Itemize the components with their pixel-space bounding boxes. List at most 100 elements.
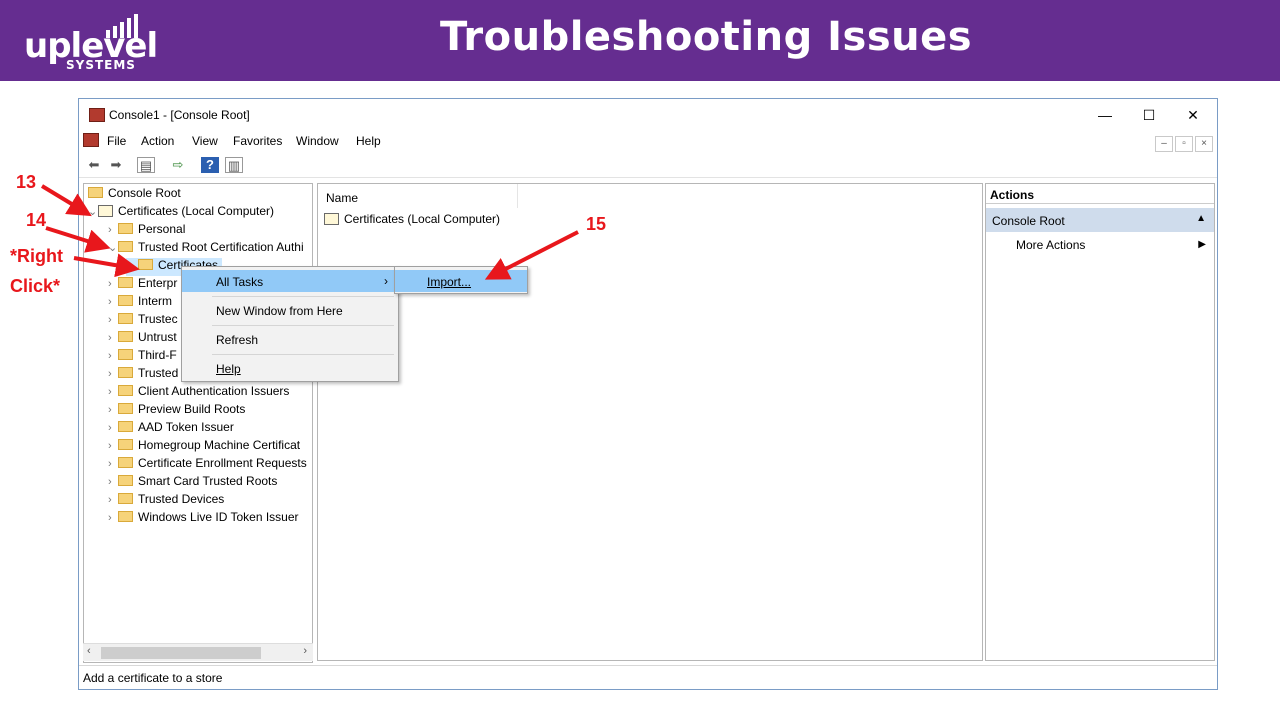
- results-pane: Name Certificates (Local Computer): [317, 183, 983, 661]
- folder-icon: [118, 511, 133, 522]
- menu-item-import[interactable]: Import...: [395, 270, 527, 292]
- submenu-arrow-icon: ▶: [1198, 239, 1206, 250]
- tree-item[interactable]: › Certificate Enrollment Requests: [108, 456, 307, 474]
- tree-item[interactable]: › Homegroup Machine Certificat: [108, 438, 300, 456]
- slide-title: Troubleshooting Issues: [440, 14, 973, 60]
- tree-item[interactable]: › Trustec: [108, 312, 178, 330]
- column-header-name[interactable]: Name: [318, 184, 518, 208]
- mdi-controls: – ▫ ×: [1153, 133, 1213, 152]
- step-15-label: 15: [586, 214, 607, 234]
- more-actions-item[interactable]: More Actions: [1016, 238, 1085, 252]
- actions-pane: Actions Console Root ▲ More Actions ▶: [985, 183, 1215, 661]
- maximize-button[interactable]: ☐: [1127, 103, 1171, 127]
- logo-subtext: SYSTEMS: [66, 58, 136, 72]
- tree-item[interactable]: › Personal: [108, 222, 185, 240]
- minimize-button[interactable]: —: [1083, 103, 1127, 127]
- menu-help[interactable]: Help: [356, 134, 381, 148]
- mdi-restore-icon[interactable]: ▫: [1175, 136, 1193, 152]
- collapse-up-icon[interactable]: ▲: [1196, 213, 1206, 224]
- folder-icon: [118, 367, 133, 378]
- folder-icon: [118, 295, 133, 306]
- mmc-app-icon: [89, 108, 105, 122]
- scrollbar-thumb[interactable]: [101, 647, 261, 659]
- all-tasks-submenu: Import...: [394, 266, 528, 294]
- chevron-right-icon: ›: [384, 274, 388, 288]
- console-tree: Console Root ⌄ Certificates (Local Comput…: [83, 183, 313, 663]
- help-icon[interactable]: ?: [201, 157, 219, 173]
- folder-icon: [118, 277, 133, 288]
- folder-icon: [118, 349, 133, 360]
- folder-icon: [118, 403, 133, 414]
- chevron-right-icon[interactable]: ›: [108, 224, 118, 236]
- menu-action[interactable]: Action: [141, 134, 174, 148]
- close-button[interactable]: ✕: [1171, 103, 1215, 127]
- folder-icon: [118, 385, 133, 396]
- menu-file[interactable]: File: [107, 134, 126, 148]
- tree-item[interactable]: › Preview Build Roots: [108, 402, 245, 420]
- tree-item[interactable]: › Enterpr: [108, 276, 177, 294]
- status-bar: Add a certificate to a store: [79, 665, 1217, 689]
- mdi-close-icon[interactable]: ×: [1195, 136, 1213, 152]
- menu-window[interactable]: Window: [296, 134, 339, 148]
- menu-item-all-tasks[interactable]: All Tasks ›: [182, 270, 398, 292]
- slide: uplevel SYSTEMS Troubleshooting Issues C…: [0, 0, 1280, 720]
- certificate-icon: [324, 213, 339, 225]
- folder-icon: [118, 439, 133, 450]
- console-icon: [83, 133, 99, 147]
- tree-item[interactable]: › Trusted: [108, 366, 178, 384]
- actions-console-root[interactable]: Console Root ▲: [986, 208, 1214, 232]
- folder-icon: [118, 331, 133, 342]
- menu-favorites[interactable]: Favorites: [233, 134, 282, 148]
- forward-arrow-icon[interactable]: ➡: [107, 157, 125, 173]
- right-click-label-1: *Right: [10, 246, 63, 266]
- back-arrow-icon[interactable]: ⬅: [85, 157, 103, 173]
- tree-item[interactable]: › AAD Token Issuer: [108, 420, 234, 438]
- menu-item-help[interactable]: Help: [182, 357, 398, 379]
- tree-item[interactable]: ⌄ Certificates (Local Computer): [88, 204, 274, 222]
- folder-icon: [138, 259, 153, 270]
- list-item[interactable]: Certificates (Local Computer): [324, 212, 500, 226]
- folder-icon: [118, 313, 133, 324]
- tree-item[interactable]: Console Root: [88, 186, 181, 204]
- right-click-label-2: Click*: [10, 276, 61, 296]
- menu-view[interactable]: View: [192, 134, 218, 148]
- mdi-minimize-icon[interactable]: –: [1155, 136, 1173, 152]
- folder-icon: [118, 241, 133, 252]
- chevron-down-icon[interactable]: ⌄: [108, 241, 118, 254]
- chevron-down-icon[interactable]: ⌄: [88, 205, 98, 218]
- mmc-window: Console1 - [Console Root] — ☐ ✕ File Act…: [78, 98, 1218, 690]
- tree-item[interactable]: › Interm: [108, 294, 172, 312]
- step-13-label: 13: [16, 172, 37, 192]
- step-14-label: 14: [26, 210, 47, 230]
- scroll-left-icon[interactable]: ‹: [87, 645, 91, 657]
- header-banner: uplevel SYSTEMS Troubleshooting Issues: [0, 0, 1280, 81]
- title-bar: Console1 - [Console Root] — ☐ ✕: [79, 99, 1217, 130]
- tree-horizontal-scrollbar[interactable]: ‹ ›: [83, 643, 313, 661]
- context-menu: All Tasks › New Window from Here Refresh …: [181, 266, 399, 382]
- toolbar: ⬅ ➡ ▤ ⇨ ? ▥: [79, 152, 1217, 178]
- folder-icon: [118, 475, 133, 486]
- folder-icon: [118, 223, 133, 234]
- tree-item[interactable]: › Untrust: [108, 330, 177, 348]
- show-hide-tree-icon[interactable]: ▤: [137, 157, 155, 173]
- tree-item[interactable]: › Windows Live ID Token Issuer: [108, 510, 299, 528]
- tree-item[interactable]: › Smart Card Trusted Roots: [108, 474, 277, 492]
- scroll-right-icon[interactable]: ›: [303, 645, 307, 657]
- actions-header: Actions: [986, 184, 1214, 204]
- folder-icon: [88, 187, 103, 198]
- tree-item[interactable]: › Client Authentication Issuers: [108, 384, 289, 402]
- certificate-icon: [98, 205, 113, 217]
- folder-icon: [118, 457, 133, 468]
- folder-icon: [118, 421, 133, 432]
- tree-item[interactable]: ⌄ Trusted Root Certification Authi: [108, 240, 304, 258]
- window-title: Console1 - [Console Root]: [109, 108, 250, 122]
- folder-icon: [118, 493, 133, 504]
- show-hide-action-pane-icon[interactable]: ▥: [225, 157, 243, 173]
- menu-item-refresh[interactable]: Refresh: [182, 328, 398, 350]
- menu-item-new-window[interactable]: New Window from Here: [182, 299, 398, 321]
- export-list-icon[interactable]: ⇨: [169, 157, 187, 173]
- menu-bar: File Action View Favorites Window Help –…: [79, 130, 1217, 152]
- uplevel-logo: uplevel SYSTEMS: [22, 10, 158, 74]
- tree-item[interactable]: › Trusted Devices: [108, 492, 224, 510]
- tree-item[interactable]: › Third-F: [108, 348, 177, 366]
